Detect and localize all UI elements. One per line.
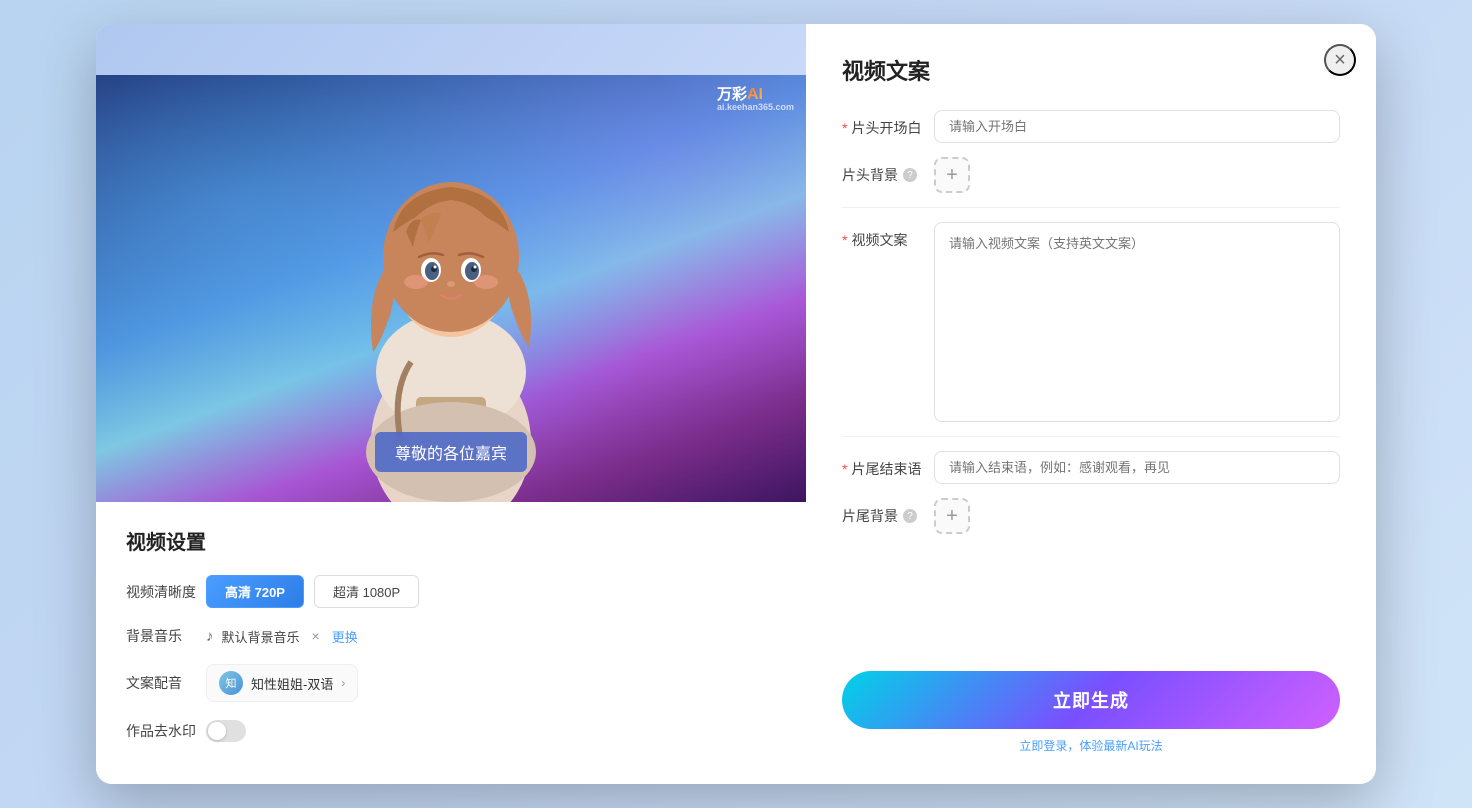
modal-overlay: 万彩AI ai.keehan365.com	[0, 0, 1472, 808]
opening-row: * 片头开场白	[842, 110, 1340, 143]
login-hint: 立即登录，体验最新AI玩法	[842, 737, 1340, 754]
header-bg-add-button[interactable]: +	[934, 157, 970, 193]
ending-required: *	[842, 461, 847, 477]
subtitle-text: 尊敬的各位嘉宾	[395, 446, 507, 463]
login-hint-text: 立即登录，体验最新AI玩法	[1019, 739, 1162, 753]
voice-avatar: 知	[219, 671, 243, 695]
bottom-actions: 立即生成 立即登录，体验最新AI玩法	[842, 671, 1340, 754]
divider-2	[842, 436, 1340, 437]
form-scroll: * 片头开场白 片头背景 ? +	[842, 110, 1340, 671]
opening-input[interactable]	[934, 110, 1340, 143]
music-label: 背景音乐	[126, 626, 206, 646]
modal-container: 万彩AI ai.keehan365.com	[96, 24, 1376, 784]
voice-selector[interactable]: 知 知性姐姐-双语 ›	[206, 664, 358, 702]
ending-bg-add-button[interactable]: +	[934, 498, 970, 534]
ending-row: * 片尾结束语	[842, 451, 1340, 484]
watermark-brand-text: 万彩	[717, 86, 747, 103]
watermark: 万彩AI ai.keehan365.com	[717, 83, 794, 112]
close-button[interactable]: ×	[1324, 44, 1356, 76]
video-copy-label-text: 视频文案	[851, 230, 907, 250]
video-copy-label: * 视频文案	[842, 222, 922, 250]
voice-arrow-icon: ›	[341, 676, 345, 690]
generate-button[interactable]: 立即生成	[842, 671, 1340, 729]
watermark-brand: 万彩AI ai.keehan365.com	[717, 83, 794, 112]
ending-label-text: 片尾结束语	[851, 459, 921, 479]
ending-bg-help-icon[interactable]: ?	[903, 509, 917, 523]
divider-1	[842, 207, 1340, 208]
resolution-1080p-button[interactable]: 超清 1080P	[314, 575, 419, 608]
header-bg-help-icon[interactable]: ?	[903, 168, 917, 182]
music-note-icon: ♪	[206, 628, 214, 645]
resolution-label: 视频清晰度	[126, 582, 206, 602]
ending-label: * 片尾结束语	[842, 451, 922, 479]
opening-label: * 片头开场白	[842, 110, 922, 138]
music-default-label: 默认背景音乐	[222, 627, 300, 646]
opening-required: *	[842, 120, 847, 136]
video-copy-textarea[interactable]	[934, 222, 1340, 422]
video-preview-bg: 万彩AI ai.keehan365.com	[96, 75, 806, 502]
watermark-row: 作品去水印	[126, 720, 776, 742]
video-preview-area: 万彩AI ai.keehan365.com	[96, 75, 806, 502]
watermark-toggle[interactable]	[206, 720, 246, 742]
ending-bg-label-text: 片尾背景	[842, 506, 898, 526]
music-change-button[interactable]: 更换	[332, 627, 358, 646]
video-copy-required: *	[842, 232, 847, 248]
ending-input[interactable]	[934, 451, 1340, 484]
watermark-ai-text: AI	[747, 86, 763, 103]
watermark-url: ai.keehan365.com	[717, 102, 794, 112]
music-row: 背景音乐 ♪ 默认背景音乐 × 更换	[126, 626, 776, 646]
opening-label-text: 片头开场白	[851, 118, 921, 138]
left-panel: 万彩AI ai.keehan365.com	[96, 24, 806, 784]
resolution-720p-button[interactable]: 高清 720P	[206, 575, 304, 608]
preview-top-bg	[96, 24, 806, 75]
header-bg-row: 片头背景 ? +	[842, 157, 1340, 193]
header-bg-label: 片头背景 ?	[842, 157, 922, 185]
subtitle-bar: 尊敬的各位嘉宾	[375, 432, 527, 472]
video-copy-row: * 视频文案	[842, 222, 1340, 422]
right-panel-title: 视频文案	[842, 54, 1340, 86]
ending-bg-row: 片尾背景 ? +	[842, 498, 1340, 534]
resolution-row: 视频清晰度 高清 720P 超清 1080P	[126, 575, 776, 608]
toggle-knob	[208, 722, 226, 740]
voice-label: 文案配音	[126, 673, 206, 693]
header-bg-label-text: 片头背景	[842, 165, 898, 185]
settings-panel: 视频设置 视频清晰度 高清 720P 超清 1080P 背景音乐 ♪ 默	[96, 502, 806, 784]
music-controls: ♪ 默认背景音乐 × 更换	[206, 626, 358, 646]
ending-bg-label: 片尾背景 ?	[842, 498, 922, 526]
voice-row: 文案配音 知 知性姐姐-双语 ›	[126, 664, 776, 702]
voice-name: 知性姐姐-双语	[251, 674, 333, 693]
settings-title: 视频设置	[126, 526, 776, 555]
music-remove-button[interactable]: ×	[308, 626, 324, 646]
watermark-toggle-label: 作品去水印	[126, 721, 206, 741]
resolution-options: 高清 720P 超清 1080P	[206, 575, 419, 608]
right-panel: × 视频文案 * 片头开场白 片	[806, 24, 1376, 784]
